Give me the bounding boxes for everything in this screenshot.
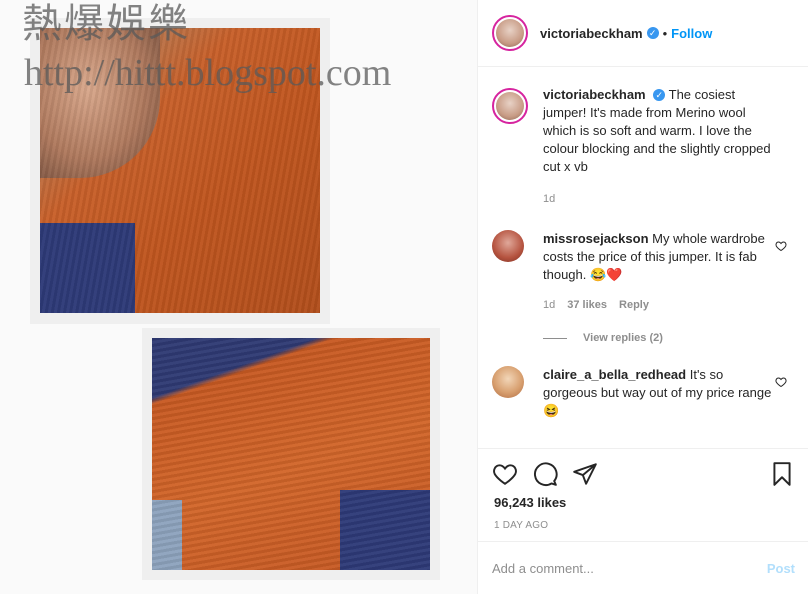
caption-age[interactable]: 1d (543, 190, 555, 208)
caption-username[interactable]: victoriabeckham (543, 87, 646, 102)
post-actions: 96,243 likes 1 DAY AGO (478, 448, 808, 531)
like-comment-heart-icon[interactable] (775, 376, 787, 388)
comment-username[interactable]: missrosejackson (543, 231, 649, 246)
like-count[interactable]: 96,243 likes (478, 495, 808, 510)
like-comment-heart-icon[interactable] (775, 240, 787, 252)
commenter-avatar[interactable] (492, 230, 524, 262)
separator-dot: • (662, 25, 668, 41)
avatar[interactable] (492, 15, 528, 51)
view-replies-label: View replies (2) (583, 332, 663, 344)
share-paper-plane-icon[interactable] (572, 461, 598, 487)
comment-input[interactable]: Add a comment... (492, 561, 594, 576)
watermark-title: 熱爆娛樂 (22, 1, 190, 46)
comment-username[interactable]: claire_a_bella_redhead (543, 367, 686, 382)
watermark-url: http://hittt.blogspot.com (24, 52, 392, 94)
header-username[interactable]: victoriabeckham (540, 26, 643, 41)
action-icons-row (478, 449, 808, 487)
view-replies-line (543, 337, 567, 339)
caption-avatar[interactable] (492, 88, 528, 124)
photo-knit-texture-2 (152, 338, 430, 570)
reply-button[interactable]: Reply (619, 296, 649, 314)
caption: victoriabeckham ✓ The cosiest jumper! It… (492, 86, 795, 208)
comment-age[interactable]: 1d (543, 296, 555, 314)
post-header: victoriabeckham ✓ • Follow (478, 0, 808, 67)
post-media: 熱爆娛樂 http://hittt.blogspot.com (0, 0, 477, 594)
comment-likes[interactable]: 37 likes (567, 296, 607, 314)
save-bookmark-icon[interactable] (769, 461, 795, 487)
post-side-panel: victoriabeckham ✓ • Follow victoriabeckh… (477, 0, 808, 594)
post-date: 1 DAY AGO (494, 520, 549, 531)
verified-badge-icon: ✓ (646, 27, 659, 39)
comment-item: missrosejackson My whole wardrobe costs … (492, 230, 795, 314)
verified-badge-icon: ✓ (653, 89, 666, 101)
post-photo-2[interactable] (152, 338, 430, 570)
post-comment-button[interactable]: Post (767, 561, 795, 576)
view-replies-button[interactable]: View replies (2) (543, 332, 795, 344)
comment-item: claire_a_bella_redhead It's so gorgeous … (492, 366, 795, 420)
commenter-avatar[interactable] (492, 366, 524, 398)
add-comment-bar: Add a comment... Post (478, 541, 808, 594)
like-heart-icon[interactable] (492, 461, 518, 487)
comment-bubble-icon[interactable] (532, 461, 558, 487)
follow-button[interactable]: Follow (671, 26, 712, 41)
comments-list: victoriabeckham ✓ The cosiest jumper! It… (492, 86, 795, 420)
